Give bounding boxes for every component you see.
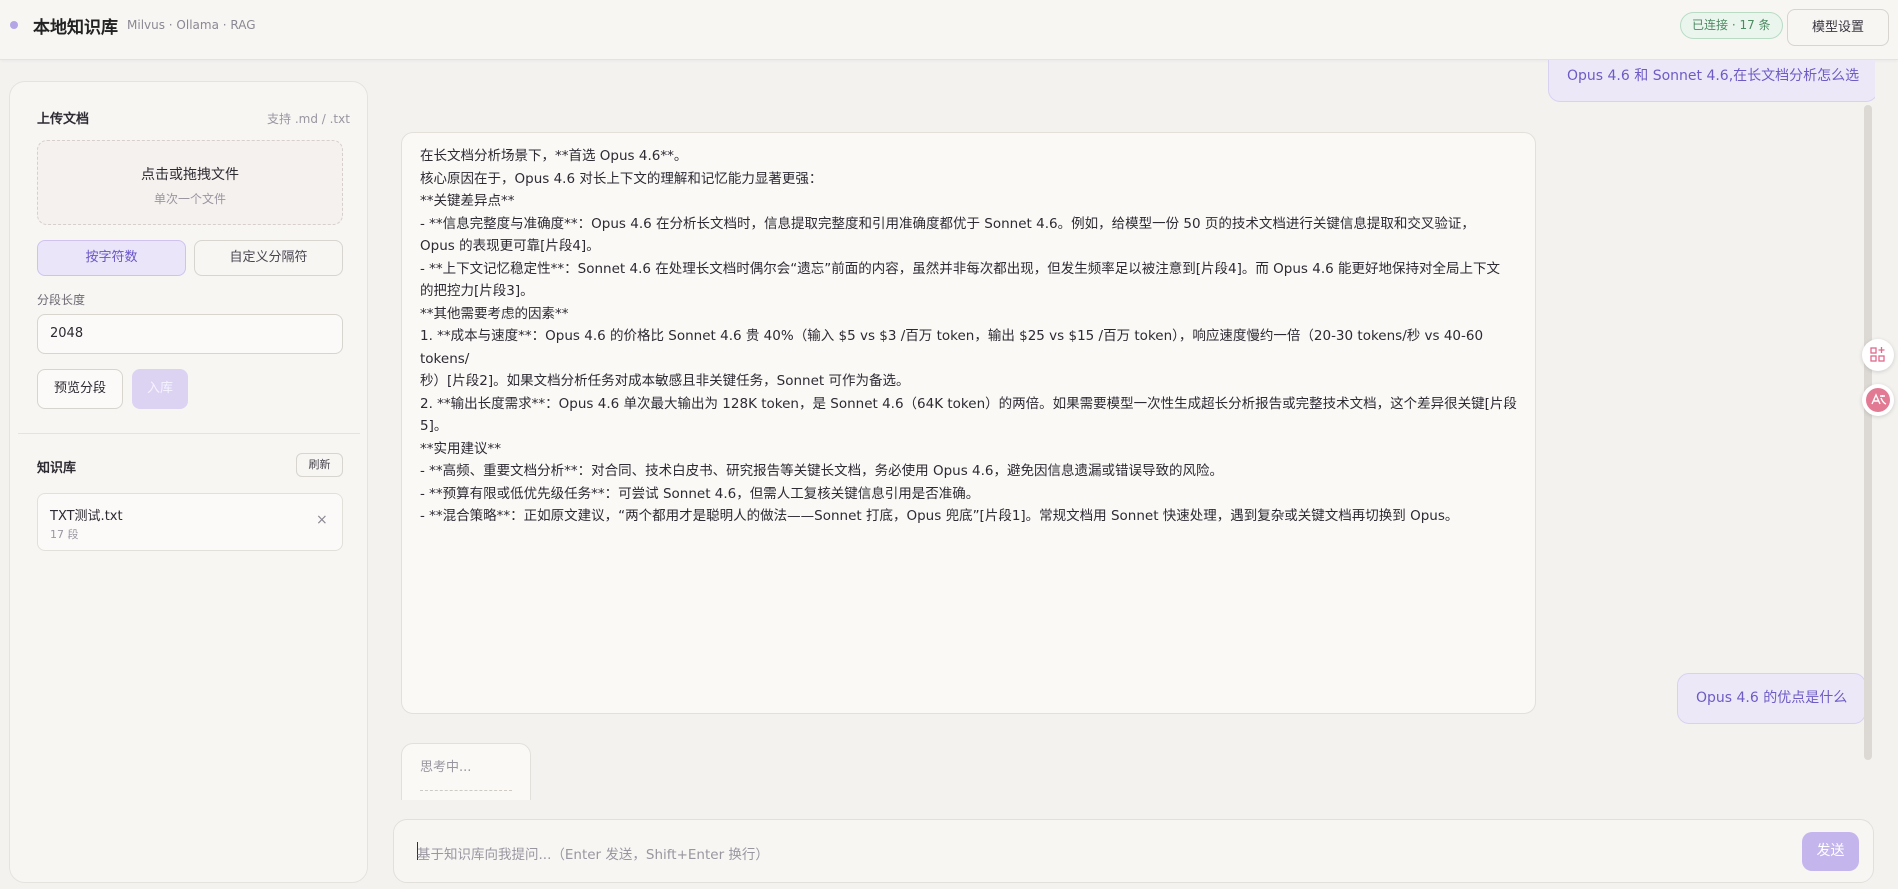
send-button[interactable]: 发送 xyxy=(1802,832,1859,871)
assistant-message-line: **实用建议** xyxy=(420,440,501,457)
upload-section-title: 上传文档 xyxy=(37,112,90,127)
chat-area: Opus 4.6 和 Sonnet 4.6,在长文档分析怎么选 在长文档分析场景… xyxy=(375,60,1875,800)
assistant-message-line: 在长文档分析场景下，**首选 Opus 4.6**。 xyxy=(420,148,688,164)
top-header: 本地知识库 Milvus · Ollama · RAG 已连接 · 17 条 模… xyxy=(0,0,1898,60)
assistant-message-line: 秒）[片段2]。如果文档分析任务对成本敏感且非关键任务，Sonnet 可作为备选… xyxy=(420,373,910,389)
assistant-message-line: **关键差异点** xyxy=(420,193,515,209)
thinking-text: 思考中... xyxy=(420,760,472,775)
user-message: Opus 4.6 的优点是什么 xyxy=(1677,673,1867,724)
knowledge-base-title: 知识库 xyxy=(37,461,77,476)
assistant-message-line: - **上下文记忆稳定性**：Sonnet 4.6 在处理长文档时偶尔会“遗忘”… xyxy=(420,260,1500,277)
assistant-message-line: 5]。 xyxy=(420,418,448,434)
import-button[interactable]: 入库 xyxy=(132,369,188,409)
chat-input-bar[interactable]: 基于知识库向我提问...（Enter 发送，Shift+Enter 换行） 发送 xyxy=(393,819,1874,883)
kb-file-name: TXT测试.txt xyxy=(50,509,123,524)
apps-icon[interactable] xyxy=(1862,339,1894,371)
connection-status-badge: 已连接 · 17 条 xyxy=(1680,12,1783,39)
thinking-divider xyxy=(420,790,512,791)
file-dropzone[interactable]: 点击或拖拽文件 单次一个文件 xyxy=(37,140,343,225)
assistant-message-line: 核心原因在于，Opus 4.6 对长上下文的理解和记忆能力显著更强： xyxy=(420,170,823,187)
kb-file-segment-count: 17 段 xyxy=(50,528,79,541)
chat-scrollbar[interactable] xyxy=(1864,105,1872,760)
assistant-message-line: - **信息完整度与准确度**：Opus 4.6 在分析长文档时，信息提取完整度… xyxy=(420,215,1475,232)
app-title: 本地知识库 xyxy=(33,18,118,38)
preview-segments-button[interactable]: 预览分段 xyxy=(37,369,123,409)
assistant-message-line: 1. **成本与速度**：Opus 4.6 的价格比 Sonnet 4.6 贵 … xyxy=(420,328,1488,367)
refresh-button[interactable]: 刷新 xyxy=(296,453,343,477)
supported-formats-hint: 支持 .md / .txt xyxy=(267,112,350,126)
assistant-message-line: 的把控力[片段3]。 xyxy=(420,283,534,299)
chat-input-placeholder[interactable]: 基于知识库向我提问...（Enter 发送，Shift+Enter 换行） xyxy=(417,843,769,863)
thinking-indicator: 思考中... xyxy=(401,743,531,800)
status-dot-icon xyxy=(10,21,18,29)
dropzone-main-text: 点击或拖拽文件 xyxy=(141,167,239,183)
assistant-message: 在长文档分析场景下，**首选 Opus 4.6**。 核心原因在于，Opus 4… xyxy=(401,132,1536,714)
translate-icon[interactable] xyxy=(1862,384,1894,416)
split-by-chars-button[interactable]: 按字符数 xyxy=(37,240,186,276)
sidebar: 上传文档 支持 .md / .txt 点击或拖拽文件 单次一个文件 按字符数 自… xyxy=(9,81,368,883)
assistant-message-line: **其他需要考虑的因素** xyxy=(420,305,569,322)
sidebar-divider xyxy=(18,433,360,434)
kb-file-item[interactable]: TXT测试.txt 17 段 × xyxy=(37,493,343,551)
assistant-message-line: Opus 的表现更可靠[片段4]。 xyxy=(420,238,600,254)
user-message: Opus 4.6 和 Sonnet 4.6,在长文档分析怎么选 xyxy=(1548,60,1875,102)
assistant-message-line: - **预算有限或低优先级任务**：可尝试 Sonnet 4.6，但需人工复核关… xyxy=(420,485,980,502)
app-subtitle: Milvus · Ollama · RAG xyxy=(127,18,256,32)
assistant-message-line: 2. **输出长度需求**：Opus 4.6 单次最大输出为 128K toke… xyxy=(420,395,1517,412)
model-settings-button[interactable]: 模型设置 xyxy=(1787,9,1889,46)
split-by-custom-button[interactable]: 自定义分隔符 xyxy=(194,240,343,276)
segment-length-label: 分段长度 xyxy=(37,293,86,307)
dropzone-sub-text: 单次一个文件 xyxy=(153,192,226,206)
segment-length-input[interactable]: 2048 xyxy=(37,314,343,354)
close-icon[interactable]: × xyxy=(316,512,328,528)
assistant-message-line: - **高频、重要文档分析**：对合同、技术白皮书、研究报告等关键长文档，务必使… xyxy=(420,463,1223,479)
assistant-message-line: - **混合策略**：正如原文建议，“两个都用才是聪明人的做法——Sonnet … xyxy=(420,508,1459,524)
